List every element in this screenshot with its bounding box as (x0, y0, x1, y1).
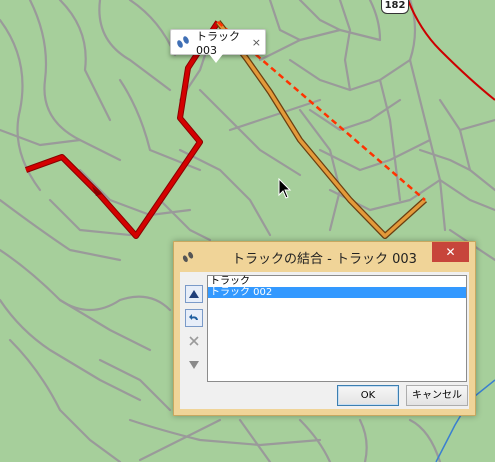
join-tracks-dialog: トラックの結合 - トラック 003 ✕ トラック トラック 002 OK キャ… (173, 241, 476, 416)
move-down-button[interactable] (185, 356, 203, 374)
tooltip-label: トラック 003 (196, 29, 240, 57)
dialog-close-button[interactable]: ✕ (432, 242, 469, 262)
move-down-icon (189, 361, 199, 369)
move-up-icon (189, 290, 199, 298)
ok-button[interactable]: OK (337, 385, 399, 406)
mouse-pointer-icon (278, 178, 292, 199)
delete-icon (189, 336, 199, 346)
list-item-track-002[interactable]: トラック 002 (208, 287, 466, 298)
undo-icon (189, 314, 198, 320)
track-list[interactable]: トラック トラック 002 (207, 275, 467, 382)
move-up-button[interactable] (185, 285, 203, 303)
dialog-body: トラック トラック 002 OK キャンセル (180, 272, 469, 409)
delete-button[interactable] (185, 332, 203, 350)
cancel-button[interactable]: キャンセル (406, 385, 468, 406)
tooltip-close-icon[interactable]: × (252, 36, 261, 49)
dialog-title: トラックの結合 - トラック 003 (232, 252, 417, 267)
dialog-title-bar[interactable]: トラックの結合 - トラック 003 ✕ (174, 242, 475, 272)
road-number-badge: 182 (381, 0, 409, 14)
undo-button[interactable] (185, 309, 203, 327)
list-item-track[interactable]: トラック (208, 276, 466, 287)
track-tooltip[interactable]: トラック 003 × (170, 29, 266, 63)
footsteps-icon (177, 36, 189, 48)
